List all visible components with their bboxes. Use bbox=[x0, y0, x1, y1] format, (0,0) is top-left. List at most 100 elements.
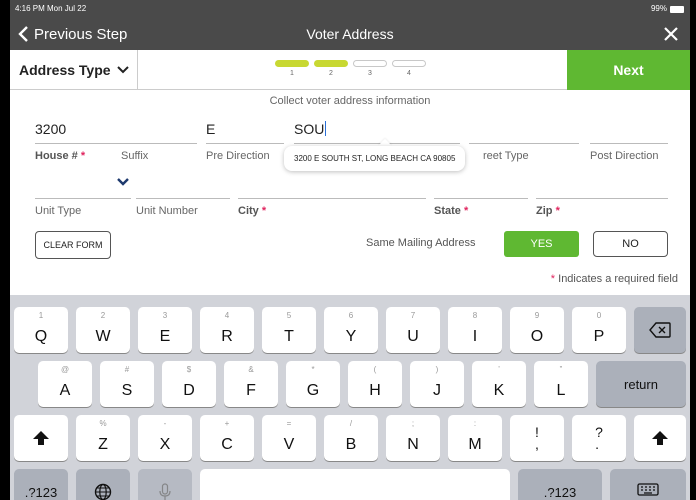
key-l[interactable]: ” L bbox=[534, 361, 588, 407]
key-p[interactable]: 0P bbox=[572, 307, 626, 353]
key-z[interactable]: % Z bbox=[76, 415, 130, 461]
numbers-key-right[interactable]: .?123 bbox=[518, 469, 602, 500]
key-d[interactable]: $ D bbox=[162, 361, 216, 407]
previous-step-label: Previous Step bbox=[34, 25, 128, 43]
key-hint: % bbox=[99, 419, 107, 428]
close-icon bbox=[664, 27, 678, 41]
globe-key[interactable] bbox=[76, 469, 130, 500]
key-label: D bbox=[183, 382, 195, 399]
zip-label-text: Zip bbox=[536, 205, 553, 217]
same-mailing-no-button[interactable]: NO bbox=[593, 231, 668, 257]
shift-key-right[interactable] bbox=[634, 415, 686, 461]
globe-icon bbox=[94, 483, 112, 500]
space-key[interactable] bbox=[200, 469, 510, 500]
key-question-period[interactable]: ? . bbox=[572, 415, 626, 461]
address-suggestion-item[interactable]: 3200 E SOUTH ST, LONG BEACH CA 90805 bbox=[284, 146, 466, 171]
key-label: X bbox=[159, 436, 171, 453]
key-h[interactable]: (H bbox=[348, 361, 402, 407]
house-number-label: House # * bbox=[35, 150, 85, 162]
previous-step-button[interactable]: Previous Step bbox=[18, 18, 127, 50]
step-pill bbox=[353, 60, 387, 67]
key-x[interactable]: -X bbox=[138, 415, 192, 461]
address-type-dropdown[interactable]: Address Type bbox=[10, 50, 138, 90]
onscreen-keyboard: 1Q 2W 3E 4R 5T 6Y 7U 8I 9O 0P @ A # S $ D &… bbox=[10, 295, 690, 500]
key-v[interactable]: = V bbox=[262, 415, 316, 461]
chevron-down-icon bbox=[116, 66, 129, 74]
key-k[interactable]: ’ K bbox=[472, 361, 526, 407]
key-y[interactable]: 6Y bbox=[324, 307, 378, 353]
key-hint: ) bbox=[435, 365, 439, 374]
city-label-text: City bbox=[238, 205, 259, 217]
key-n[interactable]: ; N bbox=[386, 415, 440, 461]
required-marker: * bbox=[463, 205, 469, 217]
key-label: Q bbox=[34, 328, 48, 345]
key-r[interactable]: 4R bbox=[200, 307, 254, 353]
status-bar: 4:16 PM Mon Jul 22 99% bbox=[10, 0, 690, 18]
field-underline bbox=[136, 198, 230, 199]
key-o[interactable]: 9O bbox=[510, 307, 564, 353]
post-direction-label: Post Direction bbox=[590, 150, 659, 162]
key-i[interactable]: 8I bbox=[448, 307, 502, 353]
shift-icon bbox=[33, 431, 49, 445]
street-type-field[interactable]: reet Type bbox=[469, 121, 579, 165]
key-c[interactable]: + C bbox=[200, 415, 254, 461]
hide-keyboard-key[interactable] bbox=[610, 469, 686, 500]
unit-type-select[interactable]: Unit Type bbox=[35, 176, 131, 220]
unit-type-label: Unit Type bbox=[35, 205, 82, 217]
key-hint: 3 bbox=[162, 311, 168, 320]
shift-key-left[interactable] bbox=[14, 415, 68, 461]
unit-number-field[interactable]: Unit Number bbox=[136, 176, 230, 220]
key-center bbox=[634, 415, 686, 461]
key-hint: 7 bbox=[410, 311, 416, 320]
key-label: O bbox=[530, 328, 544, 345]
dictation-key[interactable] bbox=[138, 469, 192, 500]
key-j[interactable]: ) J bbox=[410, 361, 464, 407]
zip-field[interactable]: Zip * bbox=[536, 176, 668, 220]
key-s[interactable]: # S bbox=[100, 361, 154, 407]
key-hint: : bbox=[473, 419, 477, 428]
clear-form-button[interactable]: CLEAR FORM bbox=[35, 231, 111, 259]
key-label: I bbox=[472, 328, 478, 345]
suffix-label: Suffix bbox=[121, 150, 149, 162]
key-exclamation-comma[interactable]: ! , bbox=[510, 415, 564, 461]
return-key[interactable]: return bbox=[596, 361, 686, 407]
key-hint: ; bbox=[411, 419, 415, 428]
next-button[interactable]: Next bbox=[567, 50, 690, 90]
state-label: State * bbox=[434, 205, 468, 217]
key-w[interactable]: 2W bbox=[76, 307, 130, 353]
key-t[interactable]: 5T bbox=[262, 307, 316, 353]
key-q[interactable]: 1Q bbox=[14, 307, 68, 353]
delete-key[interactable] bbox=[634, 307, 686, 353]
post-direction-field[interactable]: Post Direction bbox=[590, 121, 668, 165]
key-a[interactable]: @ A bbox=[38, 361, 92, 407]
key-g[interactable]: * G bbox=[286, 361, 340, 407]
address-suggestion-popup: 3200 E SOUTH ST, LONG BEACH CA 90805 bbox=[284, 138, 466, 171]
step-pill bbox=[275, 60, 309, 67]
voter-address-form: Collect voter address information 3200 H… bbox=[10, 90, 690, 295]
step-number: 1 bbox=[290, 70, 294, 77]
key-hint: @ bbox=[60, 365, 70, 374]
key-label: M bbox=[468, 436, 482, 453]
key-label: P bbox=[593, 328, 605, 345]
state-field[interactable]: State * bbox=[434, 176, 528, 220]
key-label: Y bbox=[345, 328, 357, 345]
key-f[interactable]: & F bbox=[224, 361, 278, 407]
key-m[interactable]: :M bbox=[448, 415, 502, 461]
key-b[interactable]: / B bbox=[324, 415, 378, 461]
suffix-field[interactable]: Suffix bbox=[121, 121, 197, 165]
key-e[interactable]: 3E bbox=[138, 307, 192, 353]
close-button[interactable] bbox=[664, 18, 678, 50]
same-mailing-yes-button[interactable]: YES bbox=[504, 231, 579, 257]
key-center bbox=[138, 469, 192, 500]
field-underline bbox=[238, 198, 426, 199]
city-field[interactable]: City * bbox=[238, 176, 426, 220]
key-hint: 6 bbox=[348, 311, 354, 320]
street-type-label: reet Type bbox=[483, 150, 529, 162]
numbers-key-left[interactable]: .?123 bbox=[14, 469, 68, 500]
battery-indicator: 99% bbox=[651, 0, 684, 18]
pre-direction-field[interactable]: E Pre Direction bbox=[206, 121, 284, 165]
numbers-label: .?123 bbox=[543, 485, 577, 500]
key-hint: 0 bbox=[596, 311, 602, 320]
key-u[interactable]: 7U bbox=[386, 307, 440, 353]
house-number-field[interactable]: 3200 House # * bbox=[35, 121, 123, 165]
